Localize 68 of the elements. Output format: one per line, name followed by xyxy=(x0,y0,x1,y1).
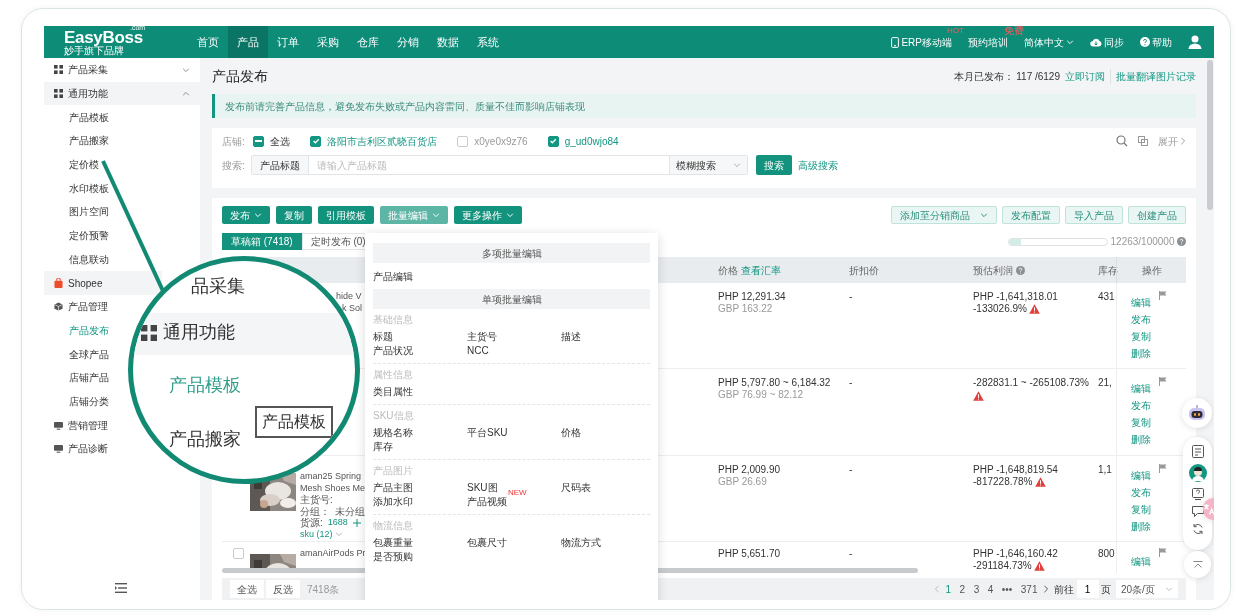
search-field-type: 产品标题 xyxy=(251,156,309,174)
page-title: 产品发布 xyxy=(212,66,268,86)
discount-price: - xyxy=(849,548,853,560)
select-value: 20条/页 xyxy=(1121,582,1155,597)
search-label: 搜索: xyxy=(222,158,245,173)
magnified-menu-label: 产品搬家 xyxy=(169,428,241,451)
stock-count: 21, xyxy=(1098,377,1112,389)
shop-option-label: 全选 xyxy=(270,134,291,149)
group-label: 分组： xyxy=(300,505,330,517)
price: PHP 12,291.34 xyxy=(718,291,786,303)
shop-option-label: g_ud0wjo84 xyxy=(564,134,619,149)
sidebar-item-label: Shopee xyxy=(68,276,103,291)
menu-group-title: SKU信息 xyxy=(373,410,415,422)
badge-label: 免费 xyxy=(1004,26,1024,36)
price: PHP 5,651.70 xyxy=(718,548,781,560)
total-count: 7418条 xyxy=(307,582,340,597)
column-header: 预估利润 xyxy=(973,263,1013,278)
select-value: 模糊搜索 xyxy=(675,158,716,173)
column-header: 价格 xyxy=(718,263,738,278)
page-unit-label: 页 xyxy=(1101,582,1111,597)
notice-alert: 发布前请完善产品信息，避免发布失败或产品内容雷同、质量不佳而影响店铺表现 xyxy=(212,94,1196,118)
estimated-profit: PHP -1,641,318.01 xyxy=(973,291,1058,303)
estimated-profit: -817228.78% xyxy=(973,476,1033,488)
column-header: 库存 xyxy=(1098,263,1118,278)
converted-price: GBP 76.99 ~ 82.12 xyxy=(718,389,804,401)
group-value: 未分组 xyxy=(335,505,365,517)
source-label: 货源: xyxy=(300,517,323,529)
shop-option-label: x0ye0x9z76 xyxy=(474,134,528,149)
menu-section-header: 单项批量编辑 xyxy=(373,289,650,309)
price: PHP 2,009.90 xyxy=(718,464,781,476)
shop-option-label: 洛阳市吉利区贰晓百货店 xyxy=(327,134,438,149)
stock-count: 1,1 xyxy=(1098,464,1112,476)
discount-price: - xyxy=(849,464,853,476)
sidebar-item-label: 通用功能 xyxy=(68,87,108,102)
shop-label: 店铺: xyxy=(222,134,245,149)
converted-price: GBP 26.69 xyxy=(718,476,767,488)
estimated-profit: -291184.73% xyxy=(973,560,1032,572)
badge-label: HOT xyxy=(947,26,964,35)
column-header: 操作 xyxy=(1141,263,1162,278)
converted-price: GBP 163.22 xyxy=(718,303,773,315)
price: PHP 5,797.80 ~ 6,184.32 xyxy=(718,377,831,389)
quota-count: 12263/100000 xyxy=(1110,235,1175,249)
column-header: 折扣价 xyxy=(849,263,879,278)
product-code-label: 主货号: xyxy=(300,494,333,506)
stock-count: 431 xyxy=(1098,291,1115,303)
menu-group-title: 属性信息 xyxy=(373,369,414,381)
magnified-menu-label: 产品模板 xyxy=(169,374,241,397)
product-title-fragment: k Sol xyxy=(342,302,362,314)
stock-count: 800 xyxy=(1098,548,1115,560)
product-title-fragment: hide V xyxy=(336,291,362,303)
estimated-profit: -282831.1 ~ -265108.73% xyxy=(973,377,1089,389)
monthly-label: 本月已发布： xyxy=(953,69,1014,84)
discount-price: - xyxy=(849,291,853,303)
tooltip: 产品模板 xyxy=(255,406,333,438)
new-label: NEW xyxy=(508,489,527,497)
discount-price: - xyxy=(849,377,853,389)
magnified-menu-label: 品采集 xyxy=(191,275,245,298)
sku-count: sku (12) xyxy=(300,528,333,540)
menu-group-title: 物流信息 xyxy=(373,520,414,532)
estimated-profit: -133026.9% xyxy=(973,303,1027,315)
monthly-count: 117 /6129 xyxy=(1016,69,1060,84)
menu-section-header: 多项批量编辑 xyxy=(373,243,650,263)
estimated-profit: PHP -1,646,160.42 xyxy=(973,548,1058,560)
estimated-profit: PHP -1,648,819.54 xyxy=(973,464,1058,476)
magnified-menu-label: 通用功能 xyxy=(163,321,235,344)
goto-label: 前往 xyxy=(1054,582,1074,597)
logo-tagline: 妙手旗下品牌 xyxy=(64,45,124,56)
expand-label: 展开 xyxy=(1157,134,1178,149)
